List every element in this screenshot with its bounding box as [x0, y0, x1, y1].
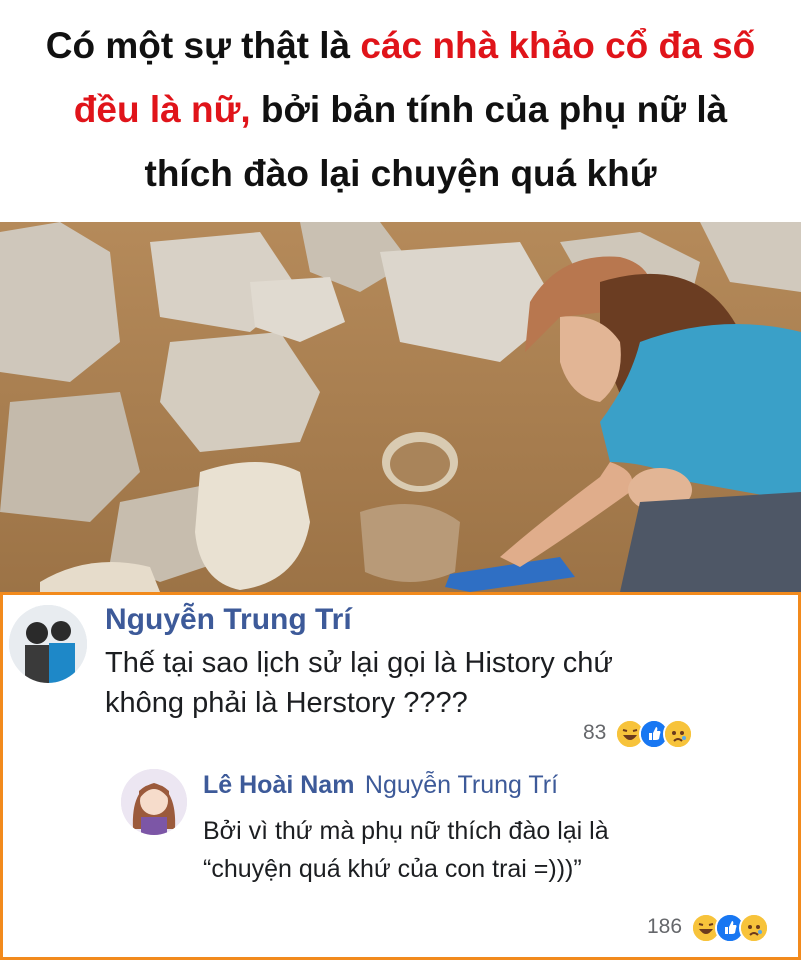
- reply-reactions[interactable]: [691, 913, 769, 943]
- commenter-avatar[interactable]: [9, 605, 87, 683]
- headline-line-2: đều là nữ, bởi bản tính của phụ nữ là: [0, 78, 801, 142]
- headline-line-3: thích đào lại chuyện quá khứ: [144, 153, 657, 194]
- sad-reaction-icon: [663, 719, 693, 749]
- headline-highlight: các nhà khảo cổ đa số: [360, 25, 756, 66]
- comment-reactions[interactable]: [615, 719, 693, 749]
- headline-line-1: Có một sự thật là các nhà khảo cổ đa số: [0, 14, 801, 78]
- reply-mention[interactable]: Nguyễn Trung Trí: [365, 771, 558, 799]
- replier-name[interactable]: Lê Hoài Nam: [203, 771, 354, 799]
- comment-card: Nguyễn Trung Trí Thế tại sao lịch sử lại…: [0, 592, 801, 960]
- reply-reaction-count[interactable]: 186: [647, 915, 682, 939]
- commenter-name[interactable]: Nguyễn Trung Trí: [105, 603, 352, 637]
- comment-reaction-count[interactable]: 83: [583, 721, 606, 745]
- reply-text-line-2: “chuyện quá khứ của con trai =)))”: [203, 855, 582, 883]
- comment-text-line-2: không phải là Herstory ????: [105, 687, 468, 719]
- archaeology-photo: [0, 222, 801, 592]
- headline-highlight: đều là nữ,: [73, 89, 251, 130]
- reply-header: Lê Hoài Nam Nguyễn Trung Trí: [203, 771, 558, 800]
- sad-reaction-icon: [739, 913, 769, 943]
- replier-avatar[interactable]: [121, 769, 187, 835]
- headline: Có một sự thật là các nhà khảo cổ đa số …: [0, 0, 801, 222]
- comment-text-line-1: Thế tại sao lịch sử lại gọi là History c…: [105, 647, 613, 679]
- headline-text: bởi bản tính của phụ nữ là: [250, 89, 728, 130]
- reply-text-line-1: Bởi vì thứ mà phụ nữ thích đào lại là: [203, 817, 609, 845]
- headline-text: Có một sự thật là: [45, 25, 361, 66]
